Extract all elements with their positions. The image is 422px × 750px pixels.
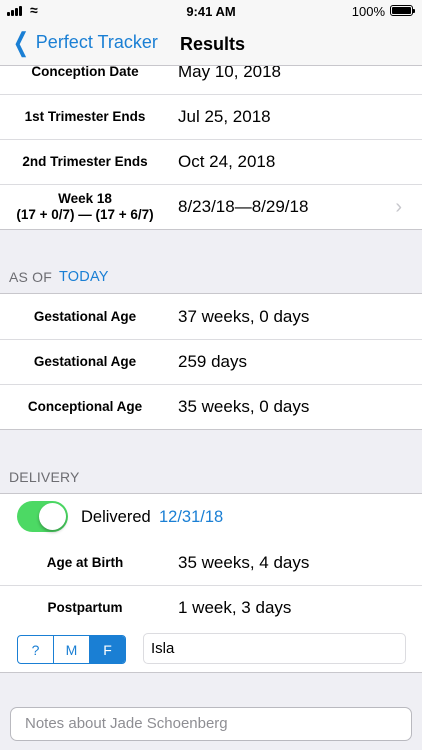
- age-at-birth-row: Age at Birth 35 weeks, 4 days: [0, 540, 422, 585]
- row-label: Gestational Age: [33, 354, 137, 369]
- as-of-group: Gestational Age 37 weeks, 0 days Gestati…: [0, 293, 422, 430]
- back-button[interactable]: ❮ Perfect Tracker: [10, 27, 158, 57]
- week-label: Week 18 (17 + 0/7) — (17 + 6/7): [0, 191, 170, 223]
- postpartum-row: Postpartum 1 week, 3 days: [0, 585, 422, 630]
- delivery-header: DELIVERY: [9, 469, 80, 485]
- page-title: Results: [180, 34, 246, 54]
- row-value: 35 weeks, 0 days: [178, 396, 310, 416]
- row-value: May 10, 2018: [178, 66, 282, 81]
- delivered-label: Delivered: [81, 507, 151, 526]
- chevron-left-icon: ❮: [12, 27, 30, 57]
- today-button[interactable]: TODAY: [59, 269, 109, 285]
- battery-percentage: 100%: [351, 4, 385, 19]
- week-dates: 8/23/18—8/29/18: [178, 196, 309, 216]
- row-label: Gestational Age: [33, 309, 137, 324]
- battery-icon: [390, 5, 415, 16]
- sex-option-female[interactable]: F: [89, 636, 125, 663]
- second-trimester-row: 2nd Trimester Ends Oct 24, 2018: [0, 139, 422, 184]
- as-of-title: AS OF: [9, 269, 53, 285]
- gestational-age-days-row: Gestational Age 259 days: [0, 339, 422, 384]
- row-value: 37 weeks, 0 days: [178, 306, 310, 326]
- conceptional-age-row: Conceptional Age 35 weeks, 0 days: [0, 384, 422, 429]
- as-of-header: AS OF TODAY: [0, 230, 422, 293]
- week-number: Week 18: [58, 190, 112, 206]
- milestones-group: Conception Date May 10, 2018 1st Trimest…: [0, 66, 422, 230]
- delivery-group: Delivered 12/31/18 Age at Birth 35 weeks…: [0, 493, 422, 673]
- navigation-bar: ❮ Perfect Tracker Results: [0, 22, 422, 66]
- notes-field[interactable]: Notes about Jade Schoenberg: [10, 707, 412, 741]
- back-button-label: Perfect Tracker: [35, 31, 158, 52]
- status-bar: ≈ 9:41 AM 100%: [0, 0, 422, 22]
- first-trimester-row: 1st Trimester Ends Jul 25, 2018: [0, 94, 422, 139]
- week-range: (17 + 0/7) — (17 + 6/7): [16, 206, 154, 222]
- row-label: 1st Trimester Ends: [24, 109, 146, 124]
- baby-info-row: ? M F Isla: [0, 630, 422, 672]
- sex-option-male[interactable]: M: [53, 636, 89, 663]
- row-label: Conception Date: [31, 66, 139, 79]
- baby-name-field[interactable]: Isla: [143, 633, 406, 664]
- sex-segmented-control[interactable]: ? M F: [17, 635, 126, 664]
- row-value: 259 days: [178, 351, 247, 371]
- delivered-row: Delivered 12/31/18: [0, 494, 422, 540]
- delivered-toggle[interactable]: [17, 501, 68, 532]
- delivery-date-button[interactable]: 12/31/18: [159, 508, 223, 527]
- row-value: 1 week, 3 days: [178, 597, 292, 617]
- row-label: Conceptional Age: [27, 399, 143, 414]
- row-label: 2nd Trimester Ends: [22, 154, 148, 169]
- results-scroll-view[interactable]: Conception Date May 10, 2018 1st Trimest…: [0, 66, 422, 750]
- conception-date-row: Conception Date May 10, 2018: [0, 66, 422, 94]
- gestational-age-weeks-row: Gestational Age 37 weeks, 0 days: [0, 294, 422, 339]
- chevron-right-icon: ›: [395, 196, 402, 218]
- sex-option-unknown[interactable]: ?: [18, 636, 53, 663]
- row-value: Jul 25, 2018: [178, 106, 271, 126]
- row-label: Age at Birth: [46, 555, 124, 570]
- row-value: Oct 24, 2018: [178, 151, 276, 171]
- week-row[interactable]: Week 18 (17 + 0/7) — (17 + 6/7) 8/23/18—…: [0, 184, 422, 229]
- row-value: 35 weeks, 4 days: [178, 552, 310, 572]
- row-label: Postpartum: [47, 600, 123, 615]
